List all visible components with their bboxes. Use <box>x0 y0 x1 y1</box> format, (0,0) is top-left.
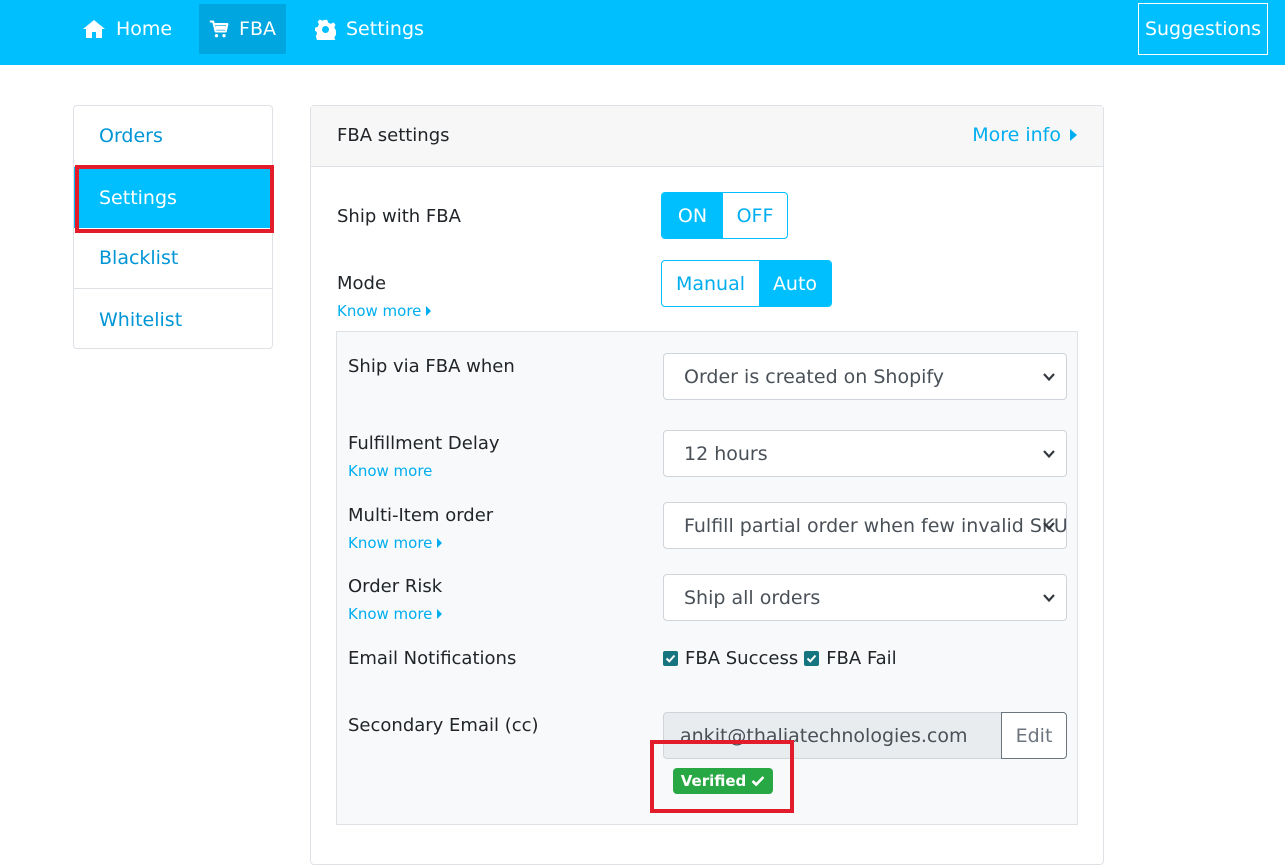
caret-right-icon <box>437 609 443 619</box>
highlight-box-settings <box>75 165 274 233</box>
email-notifications-label: Email Notifications <box>348 648 517 669</box>
ship-via-select[interactable]: Order is created on Shopify <box>663 353 1067 400</box>
nav-settings[interactable]: Settings <box>305 4 434 54</box>
caret-right-icon <box>1070 129 1077 141</box>
top-navbar: Home FBA Settings Suggestions <box>0 0 1285 65</box>
ship-with-fba-toggle: ON OFF <box>661 192 788 239</box>
gear-icon <box>315 18 336 40</box>
sidebar-item-label: Whitelist <box>99 308 183 331</box>
chevron-down-icon <box>1043 450 1055 459</box>
sidebar-item-label: Orders <box>99 125 163 147</box>
delay-value: 12 hours <box>684 442 768 465</box>
ship-with-fba-on-button[interactable]: ON <box>662 193 723 238</box>
chevron-down-icon <box>1043 522 1055 531</box>
nav-home[interactable]: Home <box>72 4 182 54</box>
caret-right-icon <box>437 538 443 548</box>
know-more-label: Know more <box>348 534 433 552</box>
card-header: FBA settings More info <box>311 106 1103 167</box>
ship-via-value: Order is created on Shopify <box>684 365 945 388</box>
check-icon <box>665 654 676 663</box>
multi-item-value: Fulfill partial order when few invalid S… <box>684 514 1067 537</box>
fba-success-checkbox[interactable] <box>663 651 678 666</box>
fba-fail-label: FBA Fail <box>826 648 897 669</box>
multi-item-label: Multi-Item order <box>348 505 494 526</box>
sidebar-item-orders[interactable]: Orders <box>74 106 272 167</box>
order-risk-label: Order Risk <box>348 576 443 597</box>
chevron-down-icon <box>1043 373 1055 382</box>
nav-settings-label: Settings <box>346 18 424 40</box>
check-icon <box>806 654 817 663</box>
multi-item-know-more-link[interactable]: Know more <box>348 534 443 552</box>
mode-auto-button[interactable]: Auto <box>759 261 831 306</box>
fba-fail-checkbox[interactable] <box>804 651 820 666</box>
cart-icon <box>209 20 229 38</box>
mode-manual-button[interactable]: Manual <box>662 261 759 306</box>
delay-label: Fulfillment Delay <box>348 433 500 454</box>
suggestions-button[interactable]: Suggestions <box>1138 3 1268 55</box>
ship-with-fba-off-button[interactable]: OFF <box>723 193 787 238</box>
ship-with-fba-label: Ship with FBA <box>337 206 461 227</box>
card-title: FBA settings <box>337 125 450 146</box>
highlight-box-verified <box>650 740 794 813</box>
order-risk-select[interactable]: Ship all orders <box>663 574 1067 621</box>
multi-item-select[interactable]: Fulfill partial order when few invalid S… <box>663 502 1067 549</box>
email-notifications-group: FBA Success FBA Fail <box>663 648 897 669</box>
home-icon <box>83 20 105 38</box>
nav-fba[interactable]: FBA <box>199 4 286 54</box>
know-more-label: Know more <box>348 605 433 623</box>
order-risk-know-more-link[interactable]: Know more <box>348 605 443 623</box>
ship-via-label: Ship via FBA when <box>348 356 515 377</box>
mode-toggle: Manual Auto <box>661 260 832 307</box>
chevron-down-icon <box>1043 594 1055 603</box>
nav-home-label: Home <box>116 18 173 40</box>
know-more-label: Know more <box>337 302 422 320</box>
edit-email-button[interactable]: Edit <box>1001 712 1067 759</box>
caret-right-icon <box>426 306 432 316</box>
know-more-label: Know more <box>348 462 433 480</box>
secondary-email-label: Secondary Email (cc) <box>348 715 539 736</box>
fba-success-label: FBA Success <box>685 648 799 669</box>
sidebar-item-blacklist[interactable]: Blacklist <box>74 228 272 289</box>
sidebar-item-label: Blacklist <box>99 247 179 269</box>
more-info-link[interactable]: More info <box>972 124 1077 146</box>
delay-select[interactable]: 12 hours <box>663 430 1067 477</box>
order-risk-value: Ship all orders <box>684 586 821 609</box>
more-info-label: More info <box>972 124 1061 146</box>
sidebar-item-whitelist[interactable]: Whitelist <box>74 289 272 350</box>
delay-know-more-link[interactable]: Know more <box>348 462 432 480</box>
nav-fba-label: FBA <box>239 18 276 40</box>
mode-label: Mode <box>337 273 387 294</box>
mode-know-more-link[interactable]: Know more <box>337 302 432 320</box>
